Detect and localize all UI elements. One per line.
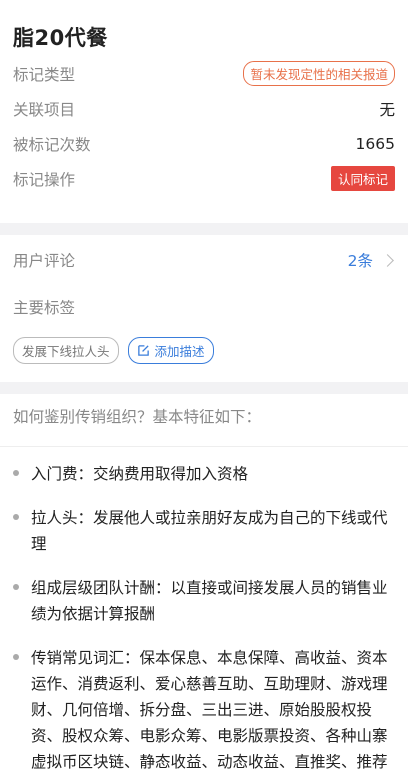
related-project-label: 关联项目	[13, 100, 76, 119]
related-project-value: 无	[379, 100, 395, 119]
add-description-label: 添加描述	[154, 344, 205, 359]
bullet-item: 组成层级团队计酬：以直接或间接发展人员的销售业绩为依据计算报酬	[13, 575, 395, 627]
section-divider	[0, 223, 408, 235]
bullet-dot-icon	[13, 470, 19, 476]
tag-chip[interactable]: 发展下线拉人头	[13, 337, 119, 364]
comments-count[interactable]: 2条	[348, 249, 395, 271]
bullet-dot-icon	[13, 654, 19, 660]
edit-icon	[137, 345, 149, 356]
bullet-dot-icon	[13, 514, 19, 520]
row-mark-type: 标记类型 暂未发现定性的相关报道	[13, 56, 395, 91]
mark-type-badge: 暂未发现定性的相关报道	[243, 61, 395, 86]
chevron-right-icon	[381, 253, 394, 267]
bullet-item: 拉人头：发展他人或拉亲朋好友成为自己的下线或代理	[13, 505, 395, 557]
mark-count-value: 1665	[355, 134, 395, 153]
add-description-button[interactable]: 添加描述	[127, 337, 214, 364]
bullet-text: 组成层级团队计酬：以直接或间接发展人员的销售业绩为依据计算报酬	[31, 579, 388, 623]
user-comments-label: 用户评论	[13, 252, 76, 270]
bullet-text: 入门费：交纳费用取得加入资格	[31, 465, 249, 483]
user-comments-row[interactable]: 用户评论 2条	[13, 235, 395, 285]
comments-count-text: 2条	[347, 252, 373, 270]
comments-card: 用户评论 2条 主要标签 发展下线拉人头 添加描述	[0, 235, 408, 382]
tags-list: 发展下线拉人头 添加描述	[13, 337, 395, 364]
mark-type-label: 标记类型	[13, 65, 76, 84]
summary-card: 脂20代餐 标记类型 暂未发现定性的相关报道 关联项目 无 被标记次数 1665…	[0, 0, 408, 223]
main-tags-label: 主要标签	[13, 299, 76, 317]
row-related-project: 关联项目 无	[13, 91, 395, 126]
bullet-item: 入门费：交纳费用取得加入资格	[13, 461, 395, 487]
bullet-text: 拉人头：发展他人或拉亲朋好友成为自己的下线或代理	[31, 509, 388, 553]
row-mark-action: 标记操作 认同标记	[13, 161, 395, 196]
info-card: 如何鉴别传销组织？基本特征如下： 入门费：交纳费用取得加入资格 拉人头：发展他人…	[0, 394, 408, 773]
bullet-text: 传销常见词汇：保本保息、本息保障、高收益、资本运作、消费返利、爱心慈善互助、互助…	[31, 649, 388, 771]
bullet-dot-icon	[13, 584, 19, 590]
section-divider	[0, 382, 408, 394]
mark-action-label: 标记操作	[13, 170, 76, 189]
bullet-item: 传销常见词汇：保本保息、本息保障、高收益、资本运作、消费返利、爱心慈善互助、互助…	[13, 645, 395, 773]
mark-count-label: 被标记次数	[13, 135, 91, 154]
page-title: 脂20代餐	[13, 26, 108, 50]
row-mark-count: 被标记次数 1665	[13, 126, 395, 161]
agree-mark-button[interactable]: 认同标记	[330, 166, 395, 191]
info-divider	[0, 446, 408, 447]
info-question: 如何鉴别传销组织？基本特征如下：	[13, 408, 262, 426]
